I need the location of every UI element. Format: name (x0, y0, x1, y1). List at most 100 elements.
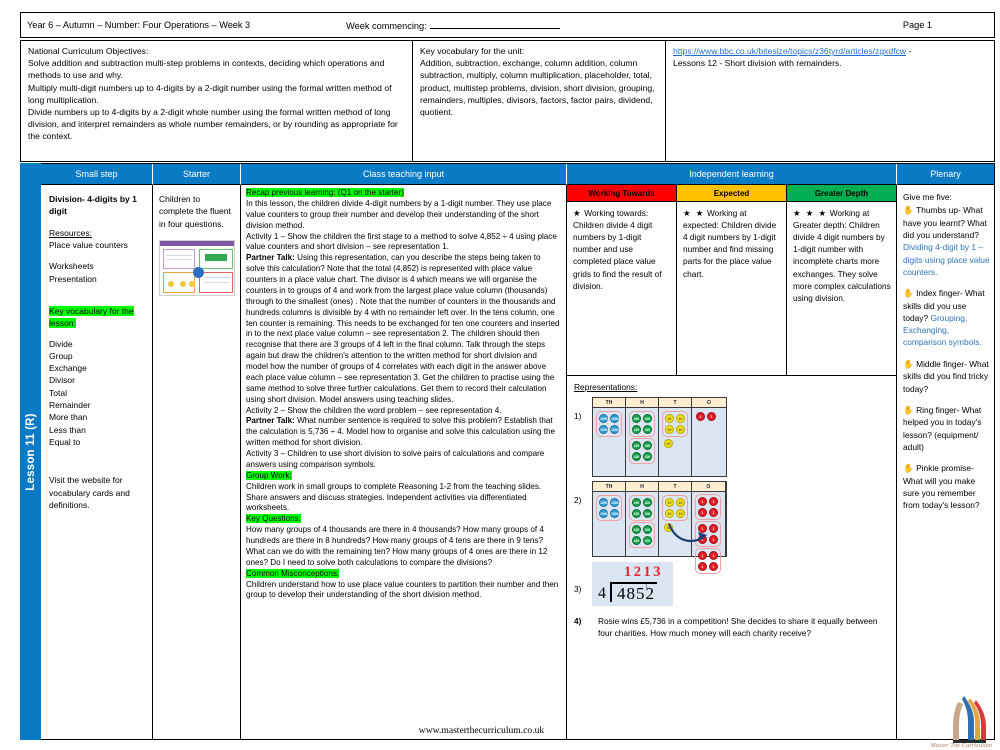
pv-header-o-2: O (692, 482, 725, 492)
representations-heading: Representations: (574, 382, 638, 392)
recap-heading: Recap previous learning: (Q1 on the star… (246, 188, 404, 197)
counter-100: 100 (632, 509, 641, 518)
misconceptions-heading: Common Misconceptions: (246, 568, 340, 578)
counter-10: 10 (676, 498, 685, 507)
counter-1000: 1000 (599, 498, 608, 507)
counter-100: 100 (643, 498, 652, 507)
counter-1: 1 (709, 551, 718, 560)
counter-1: 1 (709, 497, 718, 506)
week-commencing-label: Week commencing: (346, 20, 427, 31)
representation-1-number: 1) (574, 411, 582, 421)
band-text-working-towards: Children divide 4 digit numbers by 1-dig… (573, 220, 662, 291)
brand-logo (953, 696, 986, 743)
representation-3: 3) 1213 4 1 4852 (574, 562, 890, 607)
group-work-heading: Group Work: (246, 470, 292, 480)
national-curriculum-objectives: National Curriculum Objectives: Solve ad… (21, 41, 413, 161)
counter-group: 10 10 10 10 (662, 411, 688, 437)
differentiation-body-row: ★ Working towards: Children divide 4 dig… (567, 202, 896, 376)
counter-1: 1 (709, 524, 718, 533)
counter-100: 100 (643, 452, 652, 461)
week-commencing: Week commencing: (340, 20, 566, 31)
counter-1: 1 (698, 497, 707, 506)
lesson-vocab-list: Divide Group Exchange Divisor Total Remainder… (49, 338, 146, 449)
page-number: Page 1 (902, 20, 932, 30)
counter-group: 100 100 100 100 (629, 411, 655, 437)
counter-1: 1 (709, 508, 718, 517)
counter-10: 10 (665, 509, 674, 518)
pv-header-o-1: O (692, 398, 726, 408)
lesson-vocab-heading: Key vocabulary for the lesson: (49, 305, 134, 329)
vocab-heading: Key vocabulary for the unit: (420, 46, 525, 56)
lesson-vocab-word: Exchange (49, 363, 87, 374)
counter-100: 100 (643, 525, 652, 534)
counter-1000: 1000 (610, 498, 619, 507)
lesson-grid: Small step Starter Class teaching input … (41, 163, 995, 740)
counter-10: 10 (676, 425, 685, 434)
key-questions-heading: Key Questions: (246, 514, 301, 524)
partner-talk-1-text: Using this representation, can you descr… (246, 253, 560, 404)
place-value-chart-2: TH 1000 1000 1000 1000 H 100 100 100 100… (592, 481, 727, 574)
counter-10: 10 (665, 498, 674, 507)
counter-100: 100 (632, 425, 641, 434)
pv-header-h-1: H (626, 398, 658, 408)
partner-talk-2-label: Partner Talk: (246, 416, 295, 426)
group-work-text: Children work in small groups to complet… (246, 481, 542, 513)
counter-1000: 1000 (599, 509, 608, 518)
small-step-footer-note: Visit the website for vocabulary cards a… (49, 475, 130, 510)
external-resource-link: https://www.bbc.co.uk/bitesize/topics/z3… (666, 41, 994, 161)
counter-group: 11 11 (695, 521, 721, 547)
counter-1: 1 (709, 562, 718, 571)
counter-10: 10 (676, 509, 685, 518)
plenary-item: ✋ Ring finger- What helped you in today'… (903, 404, 990, 453)
counter-1: 1 (698, 524, 707, 533)
misconceptions-text: Children understand how to use place val… (246, 579, 559, 600)
plenary-heading: Give me five: (903, 192, 952, 202)
counter-1: 1 (698, 551, 707, 560)
counter-1000: 1000 (599, 425, 608, 434)
band-body-expected: ★ ★ Working at expected: Children divide… (677, 202, 787, 375)
resources-line-1: Place value counters (49, 239, 128, 250)
representation-4: 4) Rosie wins £5,736 in a competition! S… (574, 615, 890, 639)
vocab-text: Addition, subtraction, exchange, column … (420, 58, 655, 118)
band-header-working-towards: Working Towards (567, 185, 677, 202)
short-division-dividend: 4852 (617, 583, 655, 603)
pv-header-th-2: TH (593, 482, 625, 492)
counter-100: 100 (643, 509, 652, 518)
pv-header-h-2: H (626, 482, 658, 492)
column-header-starter: Starter (153, 164, 241, 185)
counter-group: 11 11 (695, 494, 721, 520)
starter-slide-thumbnail (159, 239, 235, 296)
plenary-answer: Dividing 4-digit by 1 –digits using plac… (903, 242, 990, 277)
hand-icon: ✋ (903, 404, 917, 415)
pv-header-th-1: TH (593, 398, 625, 408)
counter-group: 100 100 100 100 (629, 522, 655, 548)
stars-greater-depth: ★ ★ ★ (793, 208, 828, 218)
class-input-intro: In this lesson, the children divide 4-di… (246, 198, 552, 230)
representation-2-number: 2) (574, 495, 582, 505)
counter-1000: 1000 (610, 425, 619, 434)
representation-2: 2) TH 1000 1000 1000 1000 H 100 100 100 … (574, 481, 890, 574)
week-commencing-blank[interactable] (429, 20, 560, 29)
small-step-column: Division- 4-digits by 1 digit Resources:… (41, 185, 153, 739)
counter-group: 100 100 100 100 (629, 438, 655, 464)
starter-text: Children to complete the fluent in four … (159, 194, 231, 229)
differentiation-header-row: Working Towards Expected Greater Depth (567, 185, 896, 202)
counter-1: 1 (698, 562, 707, 571)
lesson-tab-label: Lesson 11 (R) (24, 412, 37, 491)
page-header: Year 6 – Autumn – Number: Four Operation… (20, 12, 995, 38)
hand-icon: ✋ (903, 288, 917, 299)
plenary-prompt: Thumbs up- What have you learnt? What di… (903, 205, 987, 241)
website-footer: www.masterthecurriculum.co.uk (418, 725, 545, 736)
bbc-bitesize-link[interactable]: https://www.bbc.co.uk/bitesize/topics/z3… (673, 46, 906, 56)
plenary-item: ✋ Index finger- What skills did you use … (903, 287, 990, 349)
brand-logo-caption: Master The Curriculum (930, 742, 992, 749)
class-input-activity-1: Activity 1 – Show the children the first… (246, 231, 557, 252)
counter-1: 1 (696, 412, 705, 421)
counter-100: 100 (643, 425, 652, 434)
class-input-activity-3: Activity 3 – Children to use short divis… (246, 449, 545, 469)
band-body-working-towards: ★ Working towards: Children divide 4 dig… (567, 202, 677, 375)
lesson-vocab-word: Less than (49, 424, 86, 435)
hand-icon: ✋ (903, 358, 917, 369)
link-tail: - (906, 46, 912, 56)
column-header-class-input: Class teaching input (241, 164, 567, 185)
